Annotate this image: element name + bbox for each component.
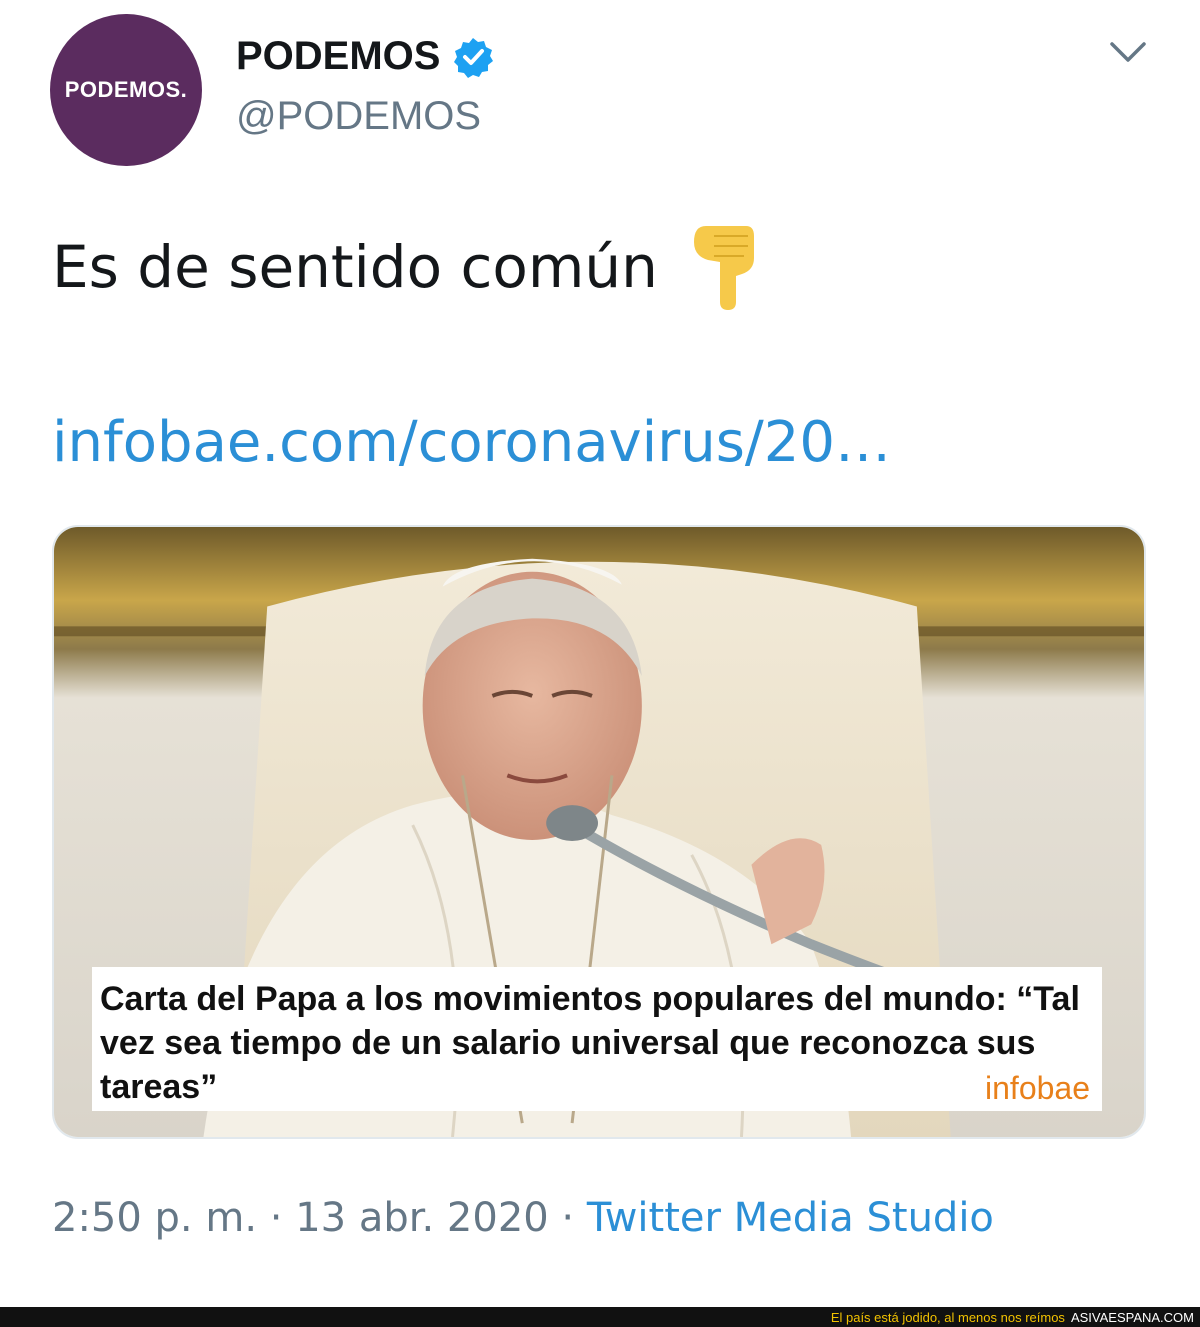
tweet-link[interactable]: infobae.com/coronavirus/20… <box>52 410 891 475</box>
tweet-time[interactable]: 2:50 p. m. <box>52 1195 257 1241</box>
account-header: PODEMOS <box>236 34 494 79</box>
watermark-site[interactable]: ASIVAESPANA.COM <box>1071 1310 1194 1325</box>
avatar[interactable]: PODEMOS. <box>50 14 202 166</box>
headline-box: Carta del Papa a los movimientos popular… <box>92 967 1102 1111</box>
infobae-logo: infobae <box>985 1070 1090 1106</box>
meta-separator: · <box>548 1195 587 1241</box>
link-card[interactable]: Carta del Papa a los movimientos popular… <box>52 525 1146 1139</box>
watermark-tagline: El país está jodido, al menos nos reímos <box>830 1309 1065 1325</box>
chevron-down-icon[interactable] <box>1108 38 1148 66</box>
watermark-bar: El país está jodido, al menos nos reímos… <box>0 1307 1200 1327</box>
verified-badge-icon <box>454 37 494 78</box>
avatar-logo-text: PODEMOS. <box>64 77 188 102</box>
tweet-source[interactable]: Twitter Media Studio <box>587 1195 994 1241</box>
tweet-text-row: Es de sentido común <box>52 222 760 312</box>
tweet-meta: 2:50 p. m. · 13 abr. 2020 · Twitter Medi… <box>52 1195 994 1241</box>
handle[interactable]: @PODEMOS <box>236 94 481 139</box>
pointing-down-icon <box>693 226 754 310</box>
article-headline: Carta del Papa a los movimientos popular… <box>100 980 1080 1106</box>
tweet-text: Es de sentido común <box>52 233 658 301</box>
tweet-date[interactable]: 13 abr. 2020 <box>295 1195 549 1241</box>
display-name[interactable]: PODEMOS <box>236 34 440 79</box>
meta-separator: · <box>257 1195 296 1241</box>
